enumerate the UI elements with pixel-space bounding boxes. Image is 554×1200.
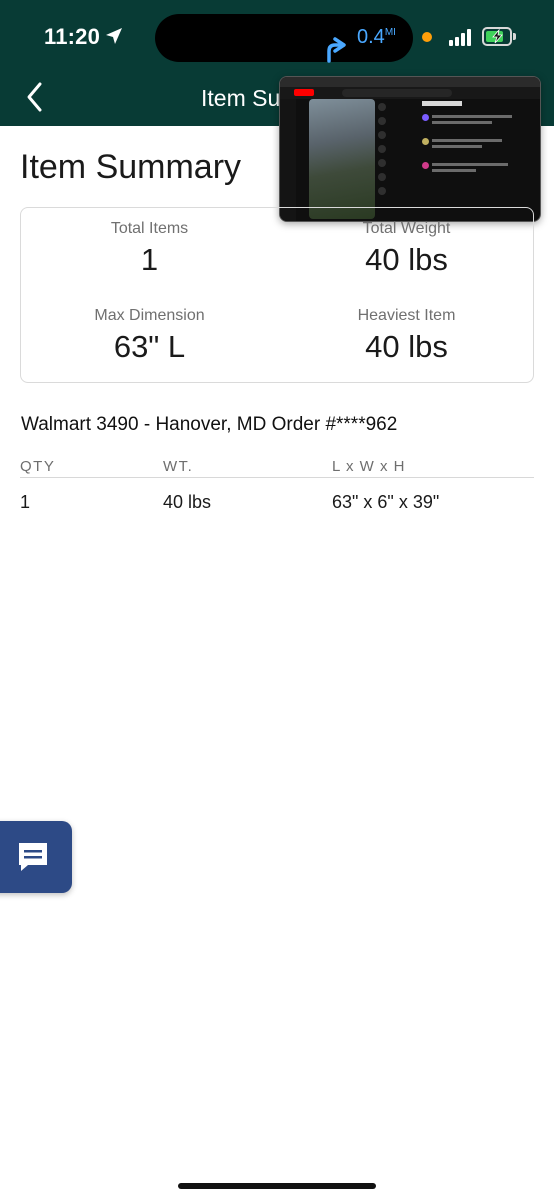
youtube-logo-icon [294, 89, 314, 96]
distance-value: 0.4 [357, 26, 385, 48]
dynamic-island[interactable]: 0.4MI [155, 14, 413, 63]
location-arrow-icon [106, 28, 122, 44]
stat-label: Total Weight [362, 220, 451, 237]
stat-total-weight: Total Weight 40 lbs [278, 220, 535, 278]
stat-value: 1 [140, 242, 159, 277]
chat-button[interactable] [0, 821, 72, 893]
stat-value: 40 lbs [365, 242, 448, 277]
stat-value: 63" L [113, 329, 186, 364]
column-header-weight: WT. [163, 458, 194, 475]
stat-max-dimension: Max Dimension 63" L [21, 307, 278, 365]
cell-qty: 1 [20, 492, 31, 512]
battery-nub [513, 33, 516, 40]
cell-weight: 40 lbs [163, 492, 212, 512]
pip-video-thumbnail [309, 99, 375, 219]
navigation-distance: 0.4MI [357, 26, 396, 49]
status-time: 11:20 [44, 24, 101, 49]
home-indicator[interactable] [178, 1183, 376, 1189]
column-header-dimensions: L x W x H [332, 458, 406, 475]
chat-bubble-icon [19, 843, 47, 871]
pip-browser-tabs [280, 77, 540, 87]
header-title: Item Summary [201, 85, 289, 111]
picture-in-picture-window[interactable] [279, 76, 541, 222]
order-title: Walmart 3490 - Hanover, MD Order #****96… [21, 414, 398, 435]
stat-total-items: Total Items 1 [21, 220, 278, 278]
privacy-indicator [422, 32, 432, 42]
distance-unit: MI [384, 27, 396, 38]
back-button[interactable] [22, 80, 50, 114]
cellular-signal-icon [449, 28, 475, 46]
pip-comments-panel [422, 101, 526, 217]
column-header-qty: QTY [20, 458, 56, 475]
page-title: Item Summary [20, 148, 242, 186]
stat-label: Heaviest Item [357, 307, 456, 324]
navigation-arrow-icon [327, 37, 346, 63]
stat-heaviest-item: Heaviest Item 40 lbs [278, 307, 535, 365]
summary-card: Total Items 1 Total Weight 40 lbs Max Di… [20, 207, 534, 383]
table-header: QTY WT. L x W x H [20, 458, 534, 478]
pip-action-icons [376, 103, 388, 213]
stat-value: 40 lbs [365, 329, 448, 364]
pip-sidebar [280, 99, 296, 221]
stat-label: Max Dimension [94, 307, 205, 324]
battery-icon [482, 27, 512, 46]
cell-dimensions: 63" x 6" x 39" [332, 492, 440, 512]
pip-search-box [342, 89, 452, 97]
stat-label: Total Items [110, 220, 189, 237]
